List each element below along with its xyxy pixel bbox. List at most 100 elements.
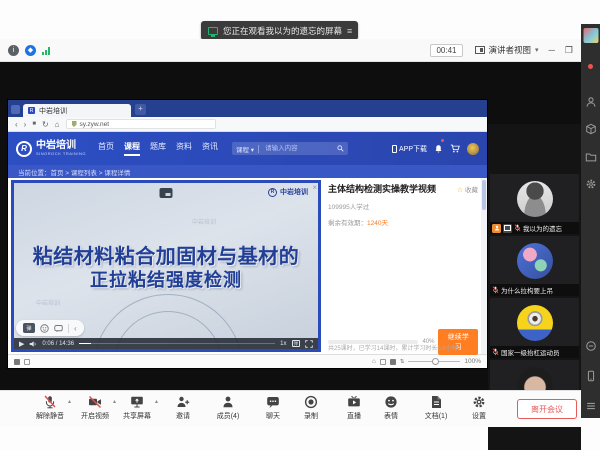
invite-button[interactable]: 邀请	[160, 395, 206, 421]
wechat-avatar[interactable]	[583, 28, 598, 43]
home-mini-icon[interactable]: ⌂	[372, 358, 376, 365]
view-mode-switch[interactable]: 演讲者视图 ▾	[475, 44, 539, 56]
search-category-dropdown[interactable]: 课程 ▾	[236, 144, 254, 154]
banner-menu-icon[interactable]: ≡	[347, 26, 351, 36]
course-stats: 共25课时，已学习14课时，累计学习时长6.5小时	[328, 343, 480, 352]
share-screen-button[interactable]: ▴ 共享屏幕	[114, 395, 160, 421]
nav-item-news[interactable]: 资讯	[202, 141, 218, 156]
site-favicon: R	[28, 107, 35, 114]
tab-title: 中岩培训	[39, 106, 67, 116]
browser-tab[interactable]: R 中岩培训	[23, 104, 131, 117]
fullscreen-icon[interactable]	[305, 340, 313, 348]
forward-button[interactable]: ›	[24, 120, 27, 129]
emoji-icon	[384, 395, 398, 409]
danmaku-toggle[interactable]: 弹	[23, 323, 35, 333]
playback-speed[interactable]: 1x	[280, 341, 286, 347]
favorite-button[interactable]: ☆ 收藏	[457, 184, 478, 194]
home-button[interactable]: ⌂	[55, 120, 60, 129]
site-logo[interactable]: R 中岩培训 SINOROCK TRAINING	[16, 141, 86, 157]
play-button[interactable]: ▶	[19, 340, 24, 348]
members-icon	[221, 395, 235, 409]
members-button[interactable]: 成员(4)	[205, 395, 251, 421]
cart-icon[interactable]	[450, 140, 460, 158]
nav-item-materials[interactable]: 资料	[176, 141, 192, 156]
nav-item-home[interactable]: 首页	[98, 141, 114, 156]
status-page-icon	[14, 359, 20, 365]
nav-item-question-bank[interactable]: 题库	[150, 141, 166, 156]
meeting-protect-icon[interactable]: ◆	[25, 45, 36, 56]
stop-button[interactable]: ■	[32, 121, 36, 127]
phone-icon[interactable]	[585, 370, 597, 382]
mic-muted-icon	[514, 224, 521, 232]
close-icon[interactable]: ×	[312, 183, 317, 192]
video-watermark: 中岩培训	[36, 298, 60, 307]
gear-icon[interactable]	[585, 178, 597, 190]
user-avatar[interactable]	[467, 143, 479, 155]
course-learners: 109995人学过	[328, 201, 478, 211]
window-maximize-button[interactable]: ❐	[565, 45, 573, 56]
participant-tile[interactable]: 为什么拉构要上吊	[490, 236, 579, 296]
meeting-header: i ◆ 00:41 演讲者视图 ▾ ─ ❐	[0, 39, 581, 62]
video-player[interactable]: R 中岩培训 × 中岩培训 中岩培训 粘结材料粘合加固材与基材的 正拉粘结强度检…	[11, 180, 321, 352]
snapshot-icon[interactable]	[390, 359, 396, 365]
volume-icon[interactable]	[29, 340, 37, 348]
browser-app-icon[interactable]	[11, 105, 20, 114]
site-search-box[interactable]: 课程 ▾	[232, 142, 348, 155]
screenshot-root: 您正在观看我以为的遗忘的屏幕 ≡ i ◆ 00:41 演讲者视图 ▾ ─ ❐ R…	[0, 0, 600, 450]
emoji-icon[interactable]	[40, 324, 49, 333]
files-folder-icon[interactable]	[585, 151, 597, 163]
video-controls: ▶ 0:06 / 14:36 1x 弹	[14, 338, 318, 349]
comment-icon[interactable]	[54, 324, 63, 333]
meeting-timer: 00:41	[430, 44, 462, 57]
zoom-slider-knob[interactable]	[432, 358, 439, 365]
page-scrollbar[interactable]	[481, 178, 487, 354]
danmaku-mini-icon[interactable]: 弹	[292, 340, 301, 347]
window-minimize-button[interactable]: ─	[549, 45, 555, 55]
mic-muted-icon	[492, 286, 499, 294]
meeting-info-icon[interactable]: i	[8, 45, 19, 56]
leave-meeting-button[interactable]: 离开会议	[517, 399, 577, 419]
documents-button[interactable]: 文档(1)	[413, 395, 459, 421]
validity-days: 1240天	[367, 220, 388, 227]
scrollbar-thumb[interactable]	[482, 180, 486, 210]
site-logo-cn: 中岩培训	[36, 141, 86, 151]
star-icon: ☆	[457, 187, 463, 194]
record-button[interactable]: 录制	[288, 395, 334, 421]
link-icon[interactable]	[585, 340, 597, 352]
start-video-button[interactable]: ▴ 开启视频	[72, 395, 118, 421]
zoom-slider[interactable]	[408, 361, 460, 362]
share-options-arrow[interactable]: ▴	[155, 398, 158, 405]
avatar	[517, 305, 553, 341]
mic-options-arrow[interactable]: ▴	[68, 398, 71, 405]
emoji-button[interactable]: 表情	[368, 395, 414, 421]
menu-hamburger-icon[interactable]	[585, 400, 597, 412]
collapse-chevron-icon[interactable]: ‹	[74, 324, 77, 333]
search-input[interactable]	[263, 144, 333, 153]
back-button[interactable]: ‹	[15, 120, 18, 129]
notification-bell-icon[interactable]	[434, 140, 443, 158]
network-signal-icon	[42, 46, 50, 55]
contacts-icon[interactable]	[585, 96, 597, 108]
avatar	[517, 243, 553, 279]
participant-tile[interactable]: 国家一级抬杠运动员	[490, 298, 579, 358]
pip-icon[interactable]	[160, 188, 173, 198]
participant-tile[interactable]: 我以为的遗忘	[490, 174, 579, 234]
search-icon[interactable]	[337, 145, 344, 152]
collections-cube-icon[interactable]	[585, 123, 597, 135]
browser-nav-bar: ‹ › ■ ↻ ⌂ sy.zyw.net	[8, 117, 487, 132]
banner-text: 您正在观看我以为的遗忘的屏幕	[223, 25, 342, 37]
new-tab-button[interactable]: +	[135, 104, 146, 115]
address-bar[interactable]: sy.zyw.net	[66, 119, 216, 129]
settings-button[interactable]: 设置	[456, 395, 502, 421]
site-header: R 中岩培训 SINOROCK TRAINING 首页 课程 题库 资料 资讯 …	[8, 132, 487, 165]
nav-item-courses[interactable]: 课程	[124, 141, 140, 156]
sharing-badge-icon	[503, 224, 512, 233]
view-mode-label: 演讲者视图	[489, 44, 532, 56]
video-progress-bar[interactable]	[79, 343, 275, 345]
unmute-button[interactable]: ▴ 解除静音	[27, 395, 73, 421]
window-mini-icon[interactable]	[380, 359, 386, 365]
shared-screen-area: R 中岩培训 + ‹ › ■ ↻ ⌂ sy.zyw.net R	[0, 62, 581, 390]
speed-mini-icon[interactable]: ⇅	[400, 359, 405, 365]
app-download-link[interactable]: APP下载	[392, 144, 427, 154]
refresh-button[interactable]: ↻	[42, 120, 49, 129]
